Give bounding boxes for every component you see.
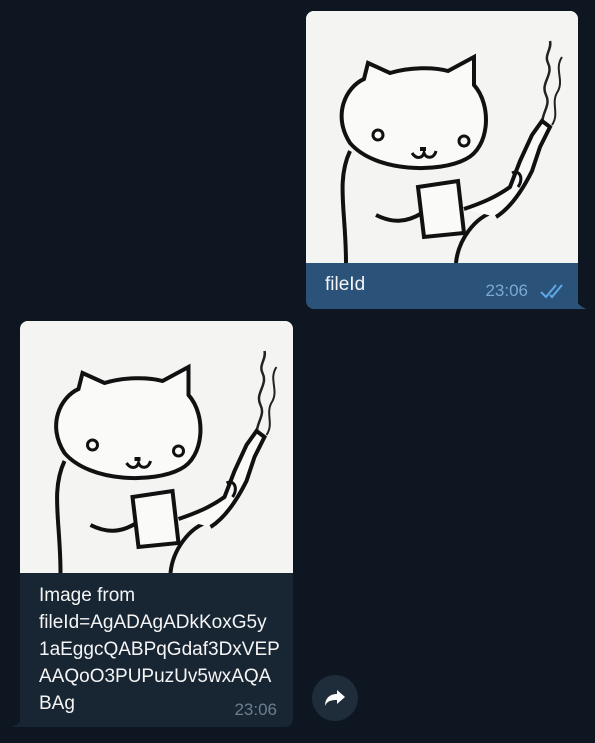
incoming-caption: Image from fileId=AgADAgADkKoxG5y 1aEggc… [39,585,280,714]
cat-with-gun-image [20,321,293,573]
outgoing-caption: fileId [325,274,366,295]
incoming-time: 23:06 [234,700,277,719]
chat-history[interactable]: fileId 23:06 Image from fileId=AgADAgADk… [0,0,595,743]
outgoing-message[interactable]: fileId 23:06 [306,11,587,309]
outgoing-meta: 23:06 [485,281,568,301]
cat-with-gun-image [306,11,578,263]
double-check-icon [540,284,563,299]
incoming-message[interactable]: Image from fileId=AgADAgADkKoxG5y 1aEggc… [11,321,293,727]
bubble-tail [11,715,23,727]
bubble-tail [575,297,587,309]
forward-arrow-icon [325,690,345,706]
forward-button[interactable] [312,675,358,721]
incoming-photo[interactable] [20,321,293,573]
outgoing-photo[interactable] [306,11,578,263]
outgoing-time: 23:06 [485,281,528,300]
